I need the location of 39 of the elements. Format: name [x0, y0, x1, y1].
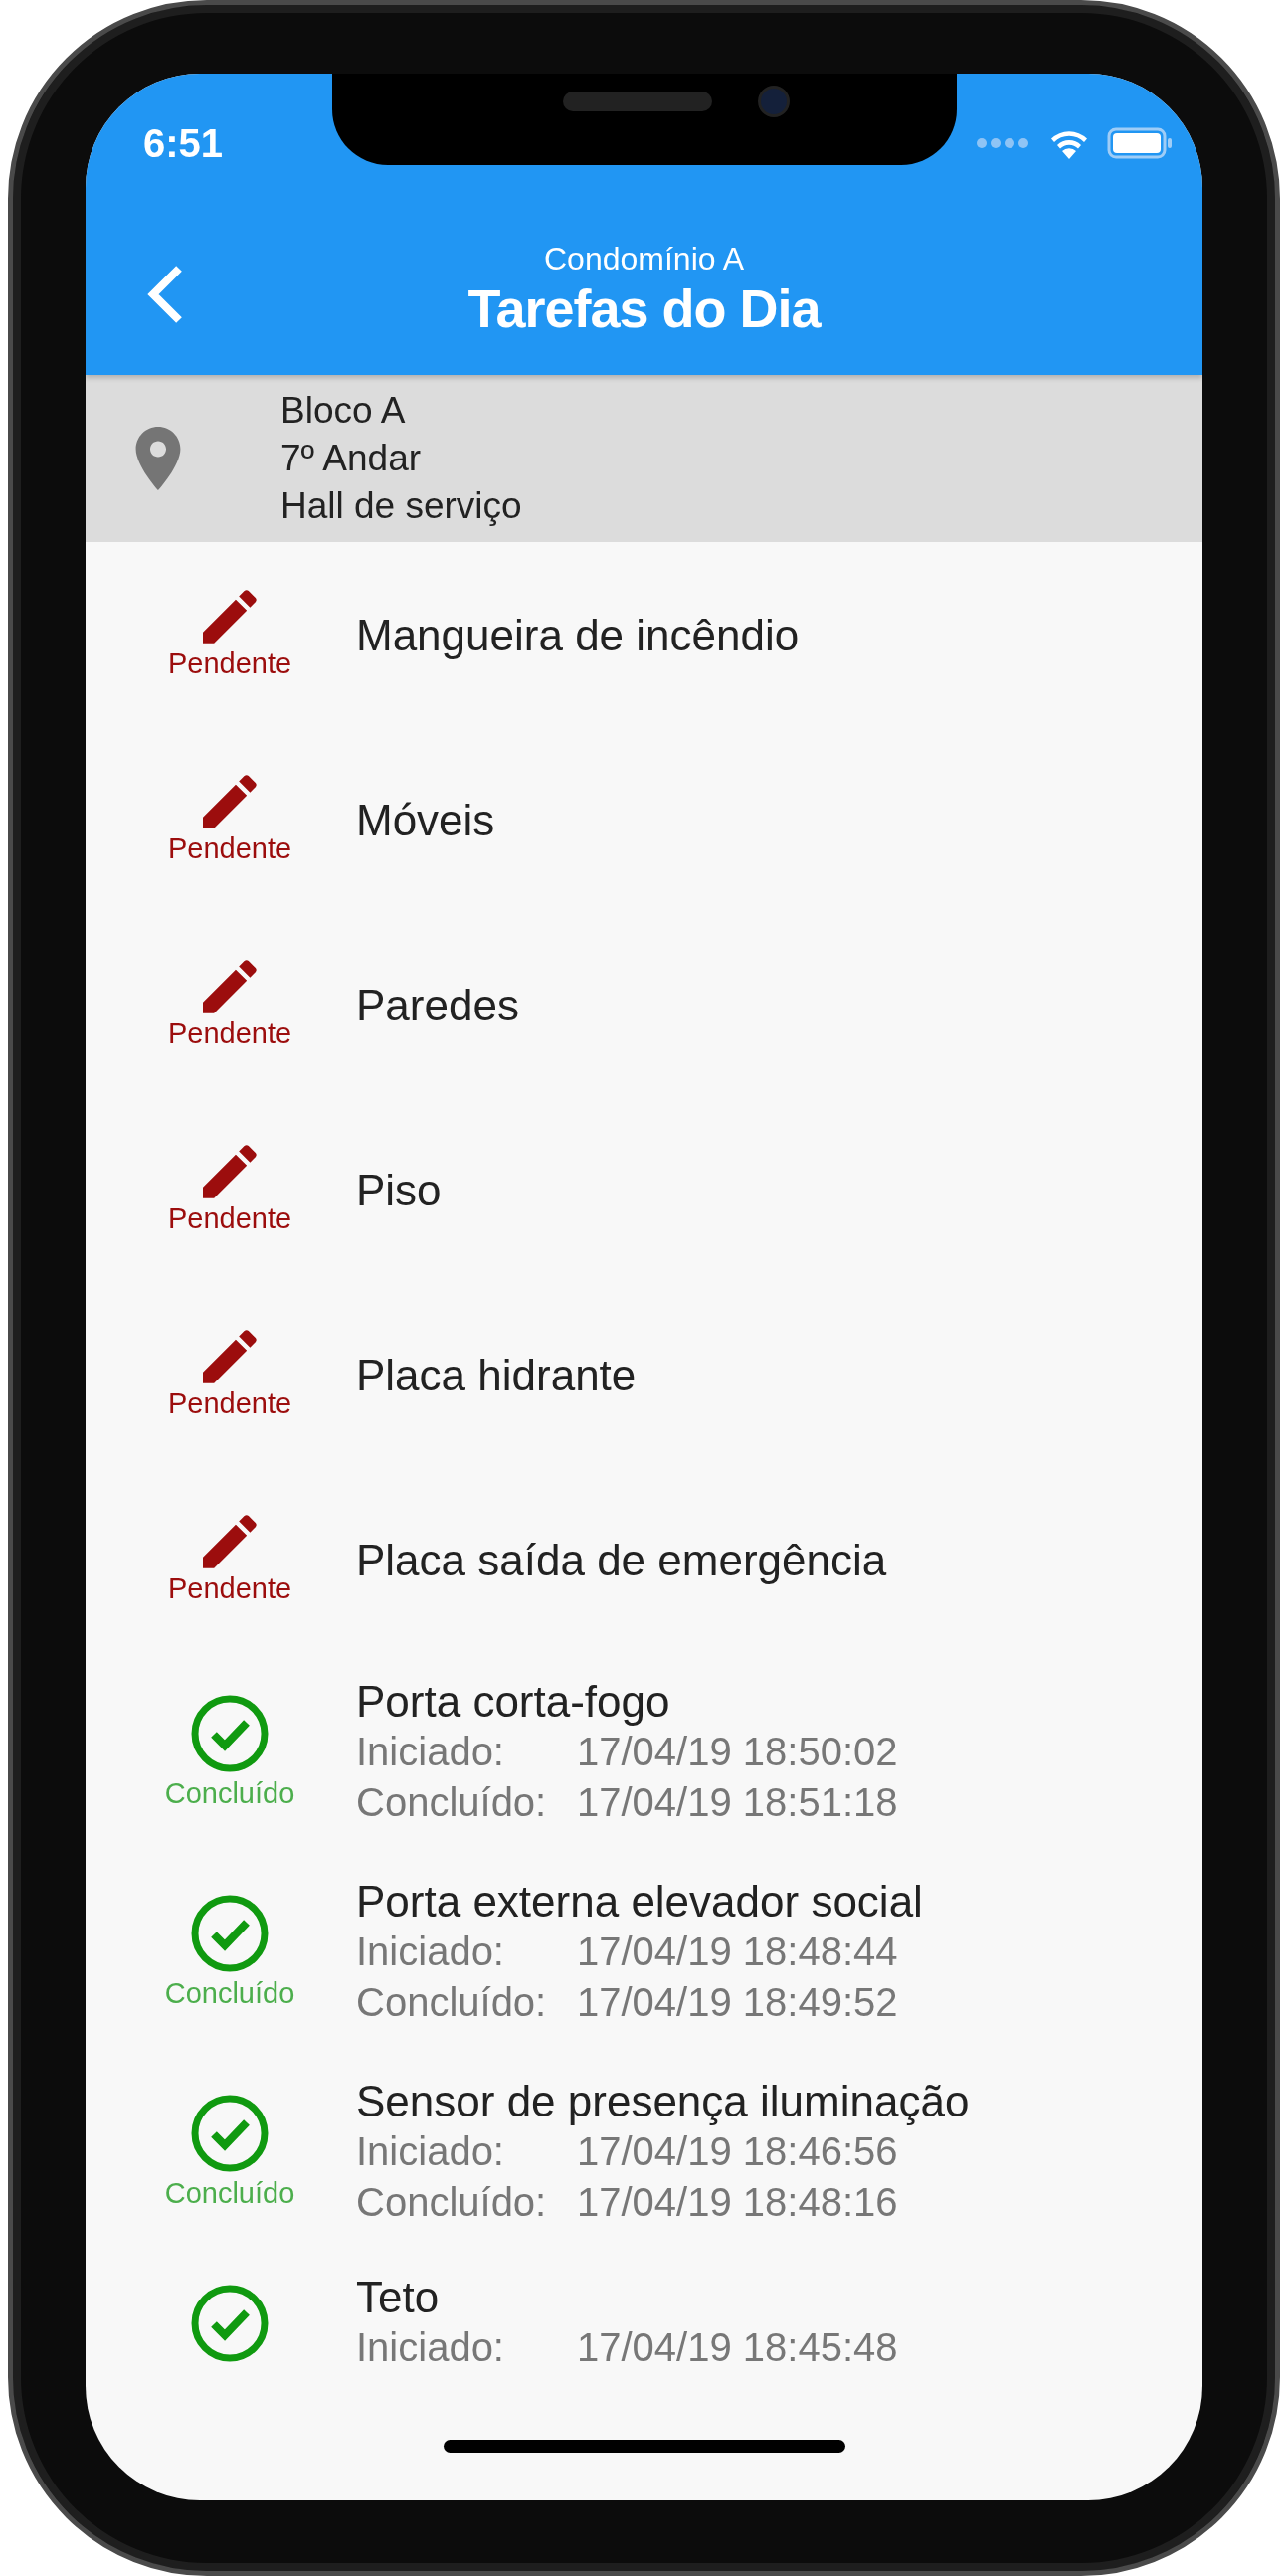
- finish-time: 17/04/19 18:51:18: [577, 1779, 898, 1826]
- status-label: Pendente: [167, 1571, 292, 1605]
- finish-time: 17/04/19 18:48:16: [577, 2179, 899, 2226]
- start-label: Iniciado:: [356, 1929, 505, 1975]
- location-line: Bloco A: [280, 389, 407, 433]
- task-name: Mangueira de incêndio: [356, 609, 800, 660]
- location-line: Hall de serviço: [280, 484, 522, 528]
- status-label: Concluído: [164, 2177, 295, 2210]
- finish-label: Concluído:: [356, 2179, 548, 2226]
- status-label: Pendente: [167, 1016, 292, 1050]
- status-label: Concluído: [164, 1977, 295, 2010]
- task-name: Paredes: [356, 979, 519, 1030]
- finish-time: 17/04/19 18:49:52: [577, 1979, 899, 2026]
- start-time: 17/04/19 18:45:48: [577, 2324, 898, 2371]
- task-name: Porta externa elevador social: [356, 1876, 923, 1927]
- status-label: Pendente: [167, 646, 292, 680]
- status-time: 6:51: [143, 120, 224, 166]
- task-name: Placa hidrante: [356, 1349, 637, 1400]
- status-label: Concluído: [164, 1777, 295, 1810]
- start-label: Iniciado:: [356, 2128, 505, 2175]
- start-time: 17/04/19 18:50:02: [577, 1729, 898, 1775]
- status-label: Pendente: [167, 1201, 292, 1235]
- finish-label: Concluído:: [356, 1779, 548, 1826]
- task-name: Teto: [356, 2272, 441, 2322]
- location-line: 7º Andar: [280, 437, 423, 480]
- header-title: Tarefas do Dia: [467, 276, 821, 339]
- task-name: Placa saída de emergência: [356, 1534, 887, 1585]
- header-subtitle: Condomínio A: [544, 239, 744, 277]
- status-label: Pendente: [167, 1386, 292, 1420]
- task-name: Piso: [356, 1164, 442, 1215]
- start-time: 17/04/19 18:46:56: [577, 2128, 899, 2175]
- task-name: Sensor de presença iluminação: [356, 2076, 970, 2126]
- finish-label: Concluído:: [356, 1979, 548, 2026]
- task-name: Móveis: [356, 794, 495, 845]
- start-label: Iniciado:: [356, 2324, 505, 2371]
- task-name: Porta corta-fogo: [356, 1676, 671, 1727]
- start-time: 17/04/19 18:48:44: [577, 1929, 899, 1975]
- status-label: Pendente: [167, 831, 292, 865]
- start-label: Iniciado:: [356, 1729, 505, 1775]
